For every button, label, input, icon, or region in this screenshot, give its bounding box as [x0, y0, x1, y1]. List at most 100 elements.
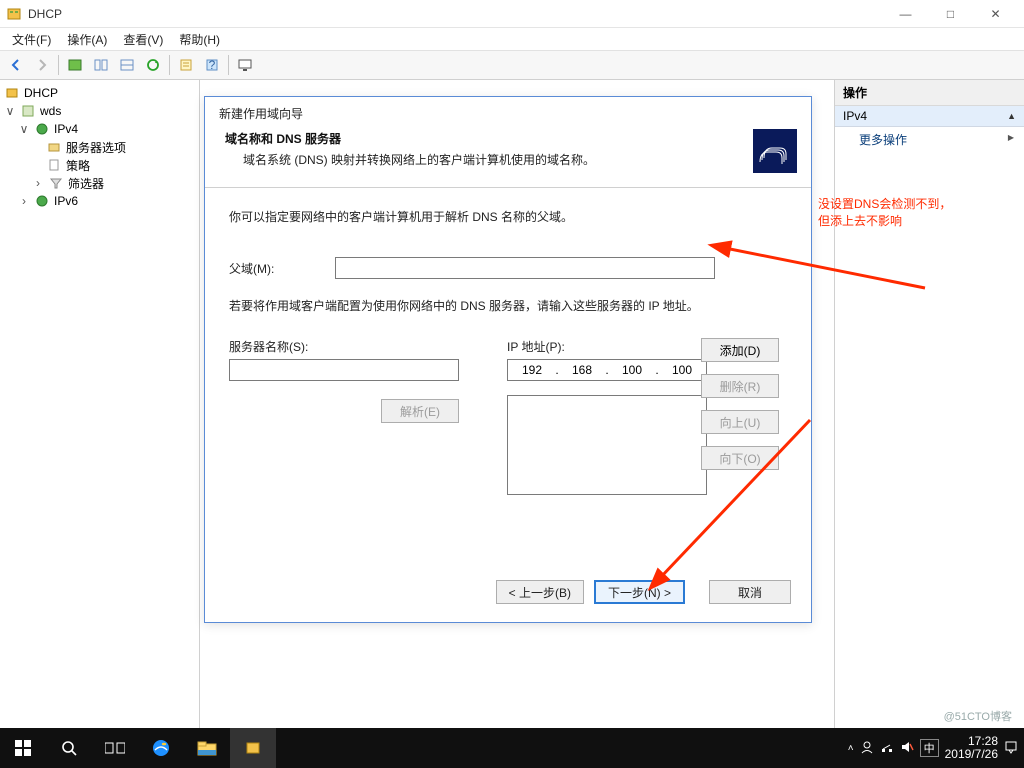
window-title: DHCP	[28, 7, 883, 21]
toolbar-back-button[interactable]	[4, 53, 28, 77]
workarea: DHCP ∨ wds ∨ IPv4 服务器选项 策略 › 筛选器 › IPv	[0, 80, 1024, 728]
actions-group-label: IPv4	[843, 109, 867, 123]
cancel-button[interactable]: 取消	[709, 580, 791, 604]
wizard-header: 新建作用域向导 域名称和 DNS 服务器 域名系统 (DNS) 映射并转换网络上…	[205, 97, 811, 188]
dns-servers-listbox[interactable]	[507, 395, 707, 495]
window-minimize-button[interactable]: —	[883, 0, 928, 28]
ip-label: IP 地址(P):	[507, 338, 707, 355]
toolbar-props-button[interactable]	[174, 53, 198, 77]
dhcp-icon	[4, 85, 20, 101]
toolbar-view1-button[interactable]	[89, 53, 113, 77]
toolbar-help-button[interactable]: ?	[200, 53, 224, 77]
toolbar-forward-button[interactable]	[30, 53, 54, 77]
tree-filters[interactable]: › 筛选器	[2, 174, 197, 192]
explorer-icon[interactable]	[184, 728, 230, 768]
next-button[interactable]: 下一步(N) >	[594, 580, 685, 604]
toolbar-view2-button[interactable]	[115, 53, 139, 77]
dhcp-task-icon[interactable]	[230, 728, 276, 768]
tray-network-icon[interactable]	[880, 740, 894, 757]
menu-action[interactable]: 操作(A)	[59, 29, 115, 50]
ipv4-icon	[34, 121, 50, 137]
remove-button[interactable]: 删除(R)	[701, 374, 779, 398]
tray-date: 2019/7/26	[945, 748, 998, 761]
back-button[interactable]: < 上一步(B)	[496, 580, 584, 604]
window-close-button[interactable]: ✕	[973, 0, 1018, 28]
servername-label: 服务器名称(S):	[229, 338, 459, 355]
wizard-footer: < 上一步(B) 下一步(N) > 取消	[205, 566, 811, 622]
toolbar-separator	[169, 55, 170, 75]
servername-input[interactable]	[229, 359, 459, 381]
menu-help[interactable]: 帮助(H)	[171, 29, 228, 50]
tree-dhcp-root[interactable]: DHCP	[2, 84, 197, 102]
toolbar-separator	[58, 55, 59, 75]
wizard-body: 你可以指定要网络中的客户端计算机用于解析 DNS 名称的父域。 父域(M): 若…	[205, 188, 811, 566]
tree-expand-icon[interactable]: ›	[32, 176, 44, 190]
actions-pane: 操作 IPv4 ▲ 更多操作	[834, 80, 1024, 728]
actions-header: 操作	[835, 80, 1024, 106]
add-button[interactable]: 添加(D)	[701, 338, 779, 362]
ip-address-input[interactable]: 192. 168. 100. 100	[507, 359, 707, 381]
ip-octet-1[interactable]: 192	[510, 363, 554, 377]
toolbar-showhide-button[interactable]	[63, 53, 87, 77]
tray-clock[interactable]: 17:28 2019/7/26	[945, 735, 998, 761]
toolbar-refresh-button[interactable]	[141, 53, 165, 77]
tree-expand-icon[interactable]: ›	[18, 194, 30, 208]
tree-server-options[interactable]: 服务器选项	[2, 138, 197, 156]
tree-collapse-icon[interactable]: ∨	[18, 122, 30, 136]
menubar: 文件(F) 操作(A) 查看(V) 帮助(H)	[0, 28, 1024, 50]
ie-icon[interactable]	[138, 728, 184, 768]
wizard-heading: 域名称和 DNS 服务器	[225, 130, 753, 147]
titlebar: DHCP — □ ✕	[0, 0, 1024, 28]
collapse-icon: ▲	[1007, 111, 1016, 121]
svg-text:?: ?	[209, 58, 216, 72]
ip-octet-4[interactable]: 100	[660, 363, 704, 377]
tray-chevron-icon[interactable]: ˄	[848, 743, 854, 754]
toolbar: ?	[0, 50, 1024, 80]
watermark: @51CTO博客	[944, 708, 1012, 724]
tree-label: 策略	[66, 157, 90, 174]
taskview-button[interactable]	[92, 728, 138, 768]
tree-ipv4[interactable]: ∨ IPv4	[2, 120, 197, 138]
tree-server[interactable]: ∨ wds	[2, 102, 197, 120]
ipv6-icon	[34, 193, 50, 209]
tray-people-icon[interactable]	[860, 740, 874, 757]
tree-label: wds	[40, 104, 61, 118]
tree-ipv6[interactable]: › IPv6	[2, 192, 197, 210]
parent-domain-input[interactable]	[335, 257, 715, 279]
actions-group-header[interactable]: IPv4 ▲	[835, 106, 1024, 127]
server-icon	[20, 103, 36, 119]
window-maximize-button[interactable]: □	[928, 0, 973, 28]
tree-pane: DHCP ∨ wds ∨ IPv4 服务器选项 策略 › 筛选器 › IPv	[0, 80, 200, 728]
system-tray: ˄ 中 17:28 2019/7/26	[848, 735, 1024, 761]
search-button[interactable]	[46, 728, 92, 768]
move-down-button[interactable]: 向下(O)	[701, 446, 779, 470]
tray-volume-icon[interactable]	[900, 740, 914, 757]
wizard-subtitle: 域名系统 (DNS) 映射并转换网络上的客户端计算机使用的域名称。	[243, 151, 753, 168]
resolve-button[interactable]: 解析(E)	[381, 399, 459, 423]
toolbar-display-button[interactable]	[233, 53, 257, 77]
wizard-desc2: 若要将作用域客户端配置为使用你网络中的 DNS 服务器，请输入这些服务器的 IP…	[229, 297, 787, 314]
wizard-dialog: 新建作用域向导 域名称和 DNS 服务器 域名系统 (DNS) 映射并转换网络上…	[204, 96, 812, 623]
start-button[interactable]	[0, 728, 46, 768]
actions-more[interactable]: 更多操作	[835, 127, 1024, 152]
taskbar: ˄ 中 17:28 2019/7/26	[0, 728, 1024, 768]
ip-octet-3[interactable]: 100	[610, 363, 654, 377]
tree-label: 服务器选项	[66, 139, 126, 156]
content-pane: 新建作用域向导 域名称和 DNS 服务器 域名系统 (DNS) 映射并转换网络上…	[200, 80, 834, 728]
move-up-button[interactable]: 向上(U)	[701, 410, 779, 434]
menu-view[interactable]: 查看(V)	[115, 29, 171, 50]
menu-file[interactable]: 文件(F)	[4, 29, 59, 50]
filter-icon	[48, 175, 64, 191]
ip-octet-2[interactable]: 168	[560, 363, 604, 377]
options-icon	[46, 139, 62, 155]
tree-label: IPv6	[54, 194, 78, 208]
wizard-title: 新建作用域向导	[219, 105, 753, 122]
tree-label: DHCP	[24, 86, 58, 100]
toolbar-separator	[228, 55, 229, 75]
policy-icon	[46, 157, 62, 173]
tree-policies[interactable]: 策略	[2, 156, 197, 174]
tray-ime[interactable]: 中	[920, 739, 939, 757]
tree-collapse-icon[interactable]: ∨	[4, 104, 16, 118]
tray-notifications-icon[interactable]	[1004, 740, 1018, 757]
tree-label: IPv4	[54, 122, 78, 136]
